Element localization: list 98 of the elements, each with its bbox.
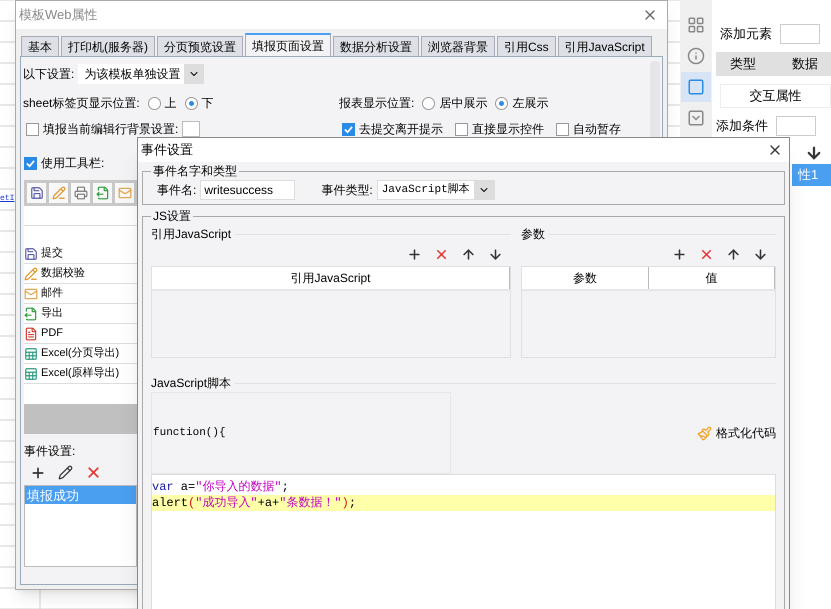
pdf-icon [24, 326, 38, 340]
toolbar-list-item[interactable]: Excel(原样导出) [24, 364, 137, 384]
column-header: 引用JavaScript [152, 267, 510, 289]
toolbar-list-item[interactable]: 提交 [24, 244, 137, 264]
column-header: 值 [648, 267, 775, 289]
envelope-icon [24, 286, 38, 300]
checkbox-label: 去提交离开提示 [359, 121, 443, 138]
toolbar-list-item[interactable]: 邮件 [24, 284, 137, 304]
export-icon [24, 306, 38, 320]
info-icon [687, 47, 705, 65]
radio-label: 居中展示 [439, 95, 488, 112]
tab[interactable]: 引用JavaScript [558, 36, 652, 56]
add-icon[interactable] [672, 247, 687, 262]
toolbar-list-item[interactable]: 导出 [24, 304, 137, 324]
group-title: JS设置 [152, 208, 192, 225]
pencil-icon [24, 266, 38, 280]
field-label: 事件名: [157, 182, 196, 199]
column-header: 参数 [522, 267, 648, 289]
sheet-tab-text: etI [0, 194, 14, 204]
group-title: 事件名字和类型 [152, 163, 238, 180]
sort-down-icon[interactable] [805, 144, 823, 162]
toolbar-list-item[interactable]: 数据校验 [24, 264, 137, 284]
tab[interactable]: 基本 [21, 36, 59, 56]
checkbox-label: 直接显示控件 [472, 121, 544, 138]
checkbox[interactable] [342, 122, 355, 136]
export-icon [96, 186, 110, 200]
field-label: 添加条件 [716, 116, 768, 135]
radio-label: 左展示 [512, 95, 548, 112]
radio-button[interactable] [495, 96, 508, 110]
toolbar-list-item[interactable]: Excel(分页导出) [24, 344, 137, 364]
input-field[interactable] [780, 24, 820, 44]
add-icon[interactable] [407, 247, 422, 262]
printer-icon [74, 186, 88, 200]
field-label: sheet标签页显示位置: [23, 95, 140, 112]
format-code-button[interactable]: 格式化代码 [697, 424, 776, 442]
rail-button[interactable] [681, 72, 711, 102]
checkbox-label: 使用工具栏: [41, 155, 104, 172]
brush-icon [697, 426, 712, 440]
interaction-header: 交互属性 [720, 84, 831, 108]
section-title: 参数 [521, 226, 545, 243]
dropdown-icon [687, 109, 705, 127]
edit-icon[interactable] [58, 465, 73, 480]
toolbar-button[interactable] [71, 183, 90, 203]
checkbox[interactable] [24, 156, 37, 170]
delete-icon[interactable] [699, 247, 714, 262]
pencil-icon [52, 186, 66, 200]
spreadsheet-icon [24, 346, 38, 360]
section-title: 引用JavaScript [151, 226, 232, 243]
tab[interactable]: 打印机(服务器) [61, 36, 155, 56]
code-editor[interactable]: var a="你导入的数据"; alert("成功导入"+a+"条数据！"); [151, 474, 776, 609]
tab[interactable]: 填报页面设置 [245, 33, 331, 56]
move-up-icon[interactable] [726, 247, 741, 262]
move-down-icon[interactable] [753, 247, 768, 262]
move-up-icon[interactable] [461, 247, 476, 262]
toolbar-list-item[interactable]: PDF [24, 324, 137, 344]
select-field[interactable]: 为该模板单独设置 [78, 64, 204, 84]
move-down-icon[interactable] [488, 247, 503, 262]
toolbar-button[interactable] [93, 183, 112, 203]
envelope-icon [118, 186, 132, 200]
section-label: 事件设置: [24, 443, 76, 460]
radio-button[interactable] [422, 96, 436, 110]
toolbar-button[interactable] [27, 183, 46, 203]
save-icon [30, 186, 44, 200]
checkbox[interactable] [455, 122, 468, 136]
radio-button[interactable] [184, 96, 198, 110]
code-line: var a="你导入的数据"; [152, 479, 290, 495]
toolbar-button[interactable] [49, 183, 68, 203]
radio-button[interactable] [148, 96, 161, 110]
column-header: 数据 [792, 55, 818, 74]
input-field[interactable] [776, 116, 816, 136]
tab[interactable]: 浏览器背景 [421, 36, 495, 56]
field-label: 以下设置: [23, 66, 74, 83]
radio-label: 上 [164, 95, 177, 112]
tab[interactable]: 分页预览设置 [157, 36, 243, 56]
checkbox-label: 填报当前编辑行背景设置: [43, 121, 178, 138]
column-header: 类型 [730, 55, 756, 74]
tab[interactable]: 数据分析设置 [333, 36, 419, 56]
code-line: function(){ [152, 426, 226, 441]
checkbox[interactable] [26, 122, 39, 136]
input-field[interactable]: writesuccess [200, 180, 296, 200]
grid-icon [687, 16, 705, 34]
checkbox[interactable] [556, 122, 569, 136]
color-picker-button[interactable] [182, 121, 200, 137]
field-label: 添加元素 [720, 25, 772, 44]
tab[interactable]: 引用Css [497, 36, 556, 56]
radio-label: 下 [202, 95, 214, 112]
select-field[interactable]: JavaScript脚本 [376, 180, 495, 200]
checkbox-label: 自动暂存 [573, 121, 621, 138]
add-icon[interactable] [30, 464, 46, 480]
save-icon [24, 246, 38, 260]
spreadsheet-icon [24, 366, 38, 380]
section-title: JavaScript脚本 [151, 375, 232, 392]
field-label: 事件类型: [321, 182, 373, 199]
window-title: 模板Web属性 [19, 6, 98, 24]
frame-icon [687, 78, 705, 96]
field-label: 报表显示位置: [339, 95, 414, 112]
dialog-title: 事件设置 [141, 141, 193, 160]
delete-icon[interactable] [434, 247, 449, 262]
